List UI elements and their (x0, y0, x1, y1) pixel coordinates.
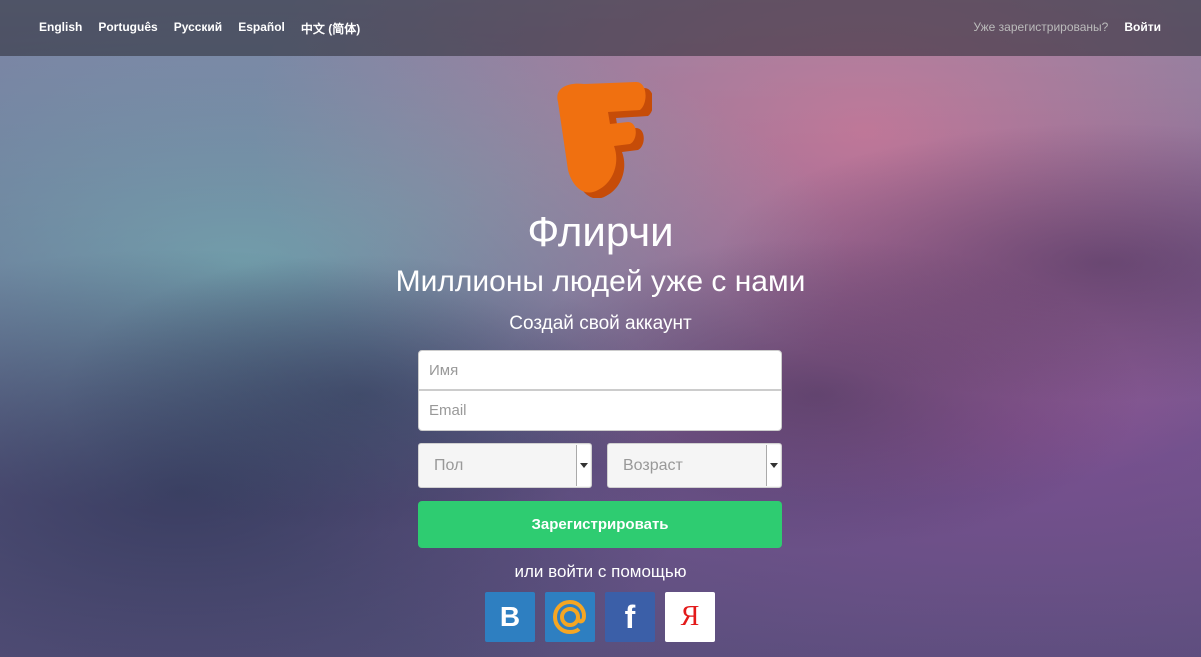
vk-login-button[interactable]: B (485, 592, 535, 642)
vk-icon: B (499, 601, 521, 632)
chevron-down-icon[interactable] (576, 445, 590, 486)
mailru-login-button[interactable] (545, 592, 595, 642)
social-login-label: или войти с помощью (514, 562, 687, 581)
signup-form: Пол Возраст Зарегистрировать (418, 350, 782, 548)
gender-select-value: Пол (434, 457, 464, 474)
auth-links: Уже зарегистрированы? Войти (973, 20, 1161, 34)
facebook-login-button[interactable]: f (605, 592, 655, 642)
email-input[interactable] (418, 390, 782, 431)
select-row: Пол Возраст (418, 443, 782, 488)
age-select[interactable]: Возраст (607, 443, 782, 488)
lang-spanish[interactable]: Español (238, 20, 285, 37)
yandex-login-button[interactable]: Я (665, 592, 715, 642)
name-input[interactable] (418, 350, 782, 390)
register-button[interactable]: Зарегистрировать (418, 501, 782, 548)
language-switcher: English Português Русский Español 中文 (简体… (39, 20, 360, 37)
age-select-value: Возраст (623, 457, 683, 474)
login-link[interactable]: Войти (1124, 20, 1161, 34)
social-login-buttons: B f Я (485, 592, 715, 642)
lang-chinese[interactable]: 中文 (简体) (301, 20, 360, 37)
create-account-heading: Создай свой аккаунт (509, 313, 692, 334)
mailru-icon (552, 599, 587, 635)
tagline: Миллионы людей уже с нами (395, 265, 806, 298)
top-bar: English Português Русский Español 中文 (简体… (0, 0, 1201, 56)
lang-portuguese[interactable]: Português (98, 20, 157, 37)
facebook-icon: f (624, 598, 636, 635)
flirchi-logo-icon (557, 82, 652, 198)
brand-name: Флирчи (527, 208, 674, 255)
chevron-down-icon[interactable] (766, 445, 780, 486)
lang-english[interactable]: English (39, 20, 82, 37)
gender-select[interactable]: Пол (418, 443, 592, 488)
yandex-icon: Я (680, 601, 700, 632)
already-registered-text: Уже зарегистрированы? (973, 20, 1109, 34)
lang-russian[interactable]: Русский (174, 20, 223, 37)
